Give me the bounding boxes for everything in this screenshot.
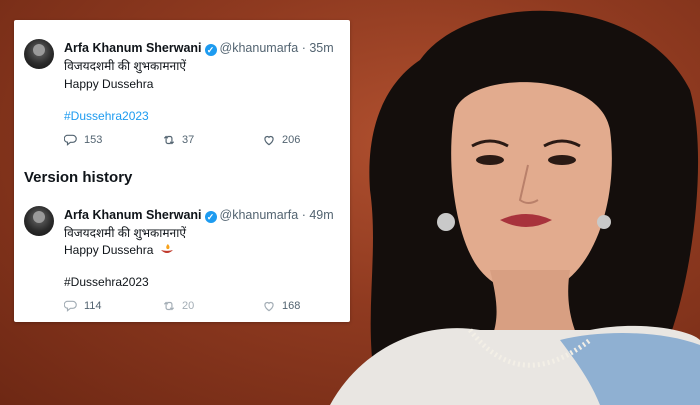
tweet-header: Arfa Khanum Sherwani ✓ @khanumarfa · 49m <box>64 208 334 223</box>
tweet-header: Arfa Khanum Sherwani ✓ @khanumarfa · 35m <box>64 41 334 56</box>
like-count: 168 <box>282 300 301 312</box>
avatar[interactable] <box>24 206 54 236</box>
tweet-text-english-line: Happy Dussehra <box>64 243 174 257</box>
hashtag-text: #Dussehra2023 <box>64 275 149 289</box>
tweet-time[interactable]: · 35m <box>302 41 334 55</box>
version-history-heading: Version history <box>24 169 133 186</box>
heart-icon <box>264 135 274 146</box>
like-count: 206 <box>282 134 301 146</box>
reply-icon <box>64 134 77 146</box>
tweet-text-english: Happy Dussehra <box>64 243 154 257</box>
reply-button: 114 <box>64 299 102 313</box>
retweet-button[interactable]: 37 <box>162 133 194 147</box>
tweet-text-hindi: विजयदशमी की शुभकामनाऐं <box>64 59 186 73</box>
retweet-count: 37 <box>182 134 195 146</box>
reply-button[interactable]: 153 <box>64 133 102 147</box>
hashtag-link[interactable]: #Dussehra2023 <box>64 109 149 123</box>
retweet-button: 20 <box>162 299 194 313</box>
tweet-time[interactable]: · 49m <box>302 208 334 222</box>
heart-icon <box>264 301 274 312</box>
verified-icon: ✓ <box>204 44 217 56</box>
like-button[interactable]: 206 <box>262 133 300 147</box>
verified-icon: ✓ <box>204 211 217 223</box>
reply-count: 153 <box>84 134 103 146</box>
tweet-text-english: Happy Dussehra <box>64 77 154 91</box>
tweet-card: Arfa Khanum Sherwani ✓ @khanumarfa · 35m व… <box>14 20 350 322</box>
retweet-count: 20 <box>182 300 195 312</box>
author-name[interactable]: Arfa Khanum Sherwani <box>64 41 202 55</box>
author-name[interactable]: Arfa Khanum Sherwani <box>64 208 202 222</box>
diya-lamp-icon <box>160 244 173 253</box>
retweet-icon <box>163 301 175 311</box>
reply-count: 114 <box>84 300 102 312</box>
reply-icon <box>64 300 77 312</box>
avatar[interactable] <box>24 39 54 69</box>
author-handle[interactable]: @khanumarfa <box>220 208 299 222</box>
retweet-icon <box>163 135 175 145</box>
author-handle[interactable]: @khanumarfa <box>220 41 299 55</box>
tweet-text-hindi: विजयदशमी की शुभकामनाऐं <box>64 226 186 240</box>
like-button: 168 <box>262 299 300 313</box>
